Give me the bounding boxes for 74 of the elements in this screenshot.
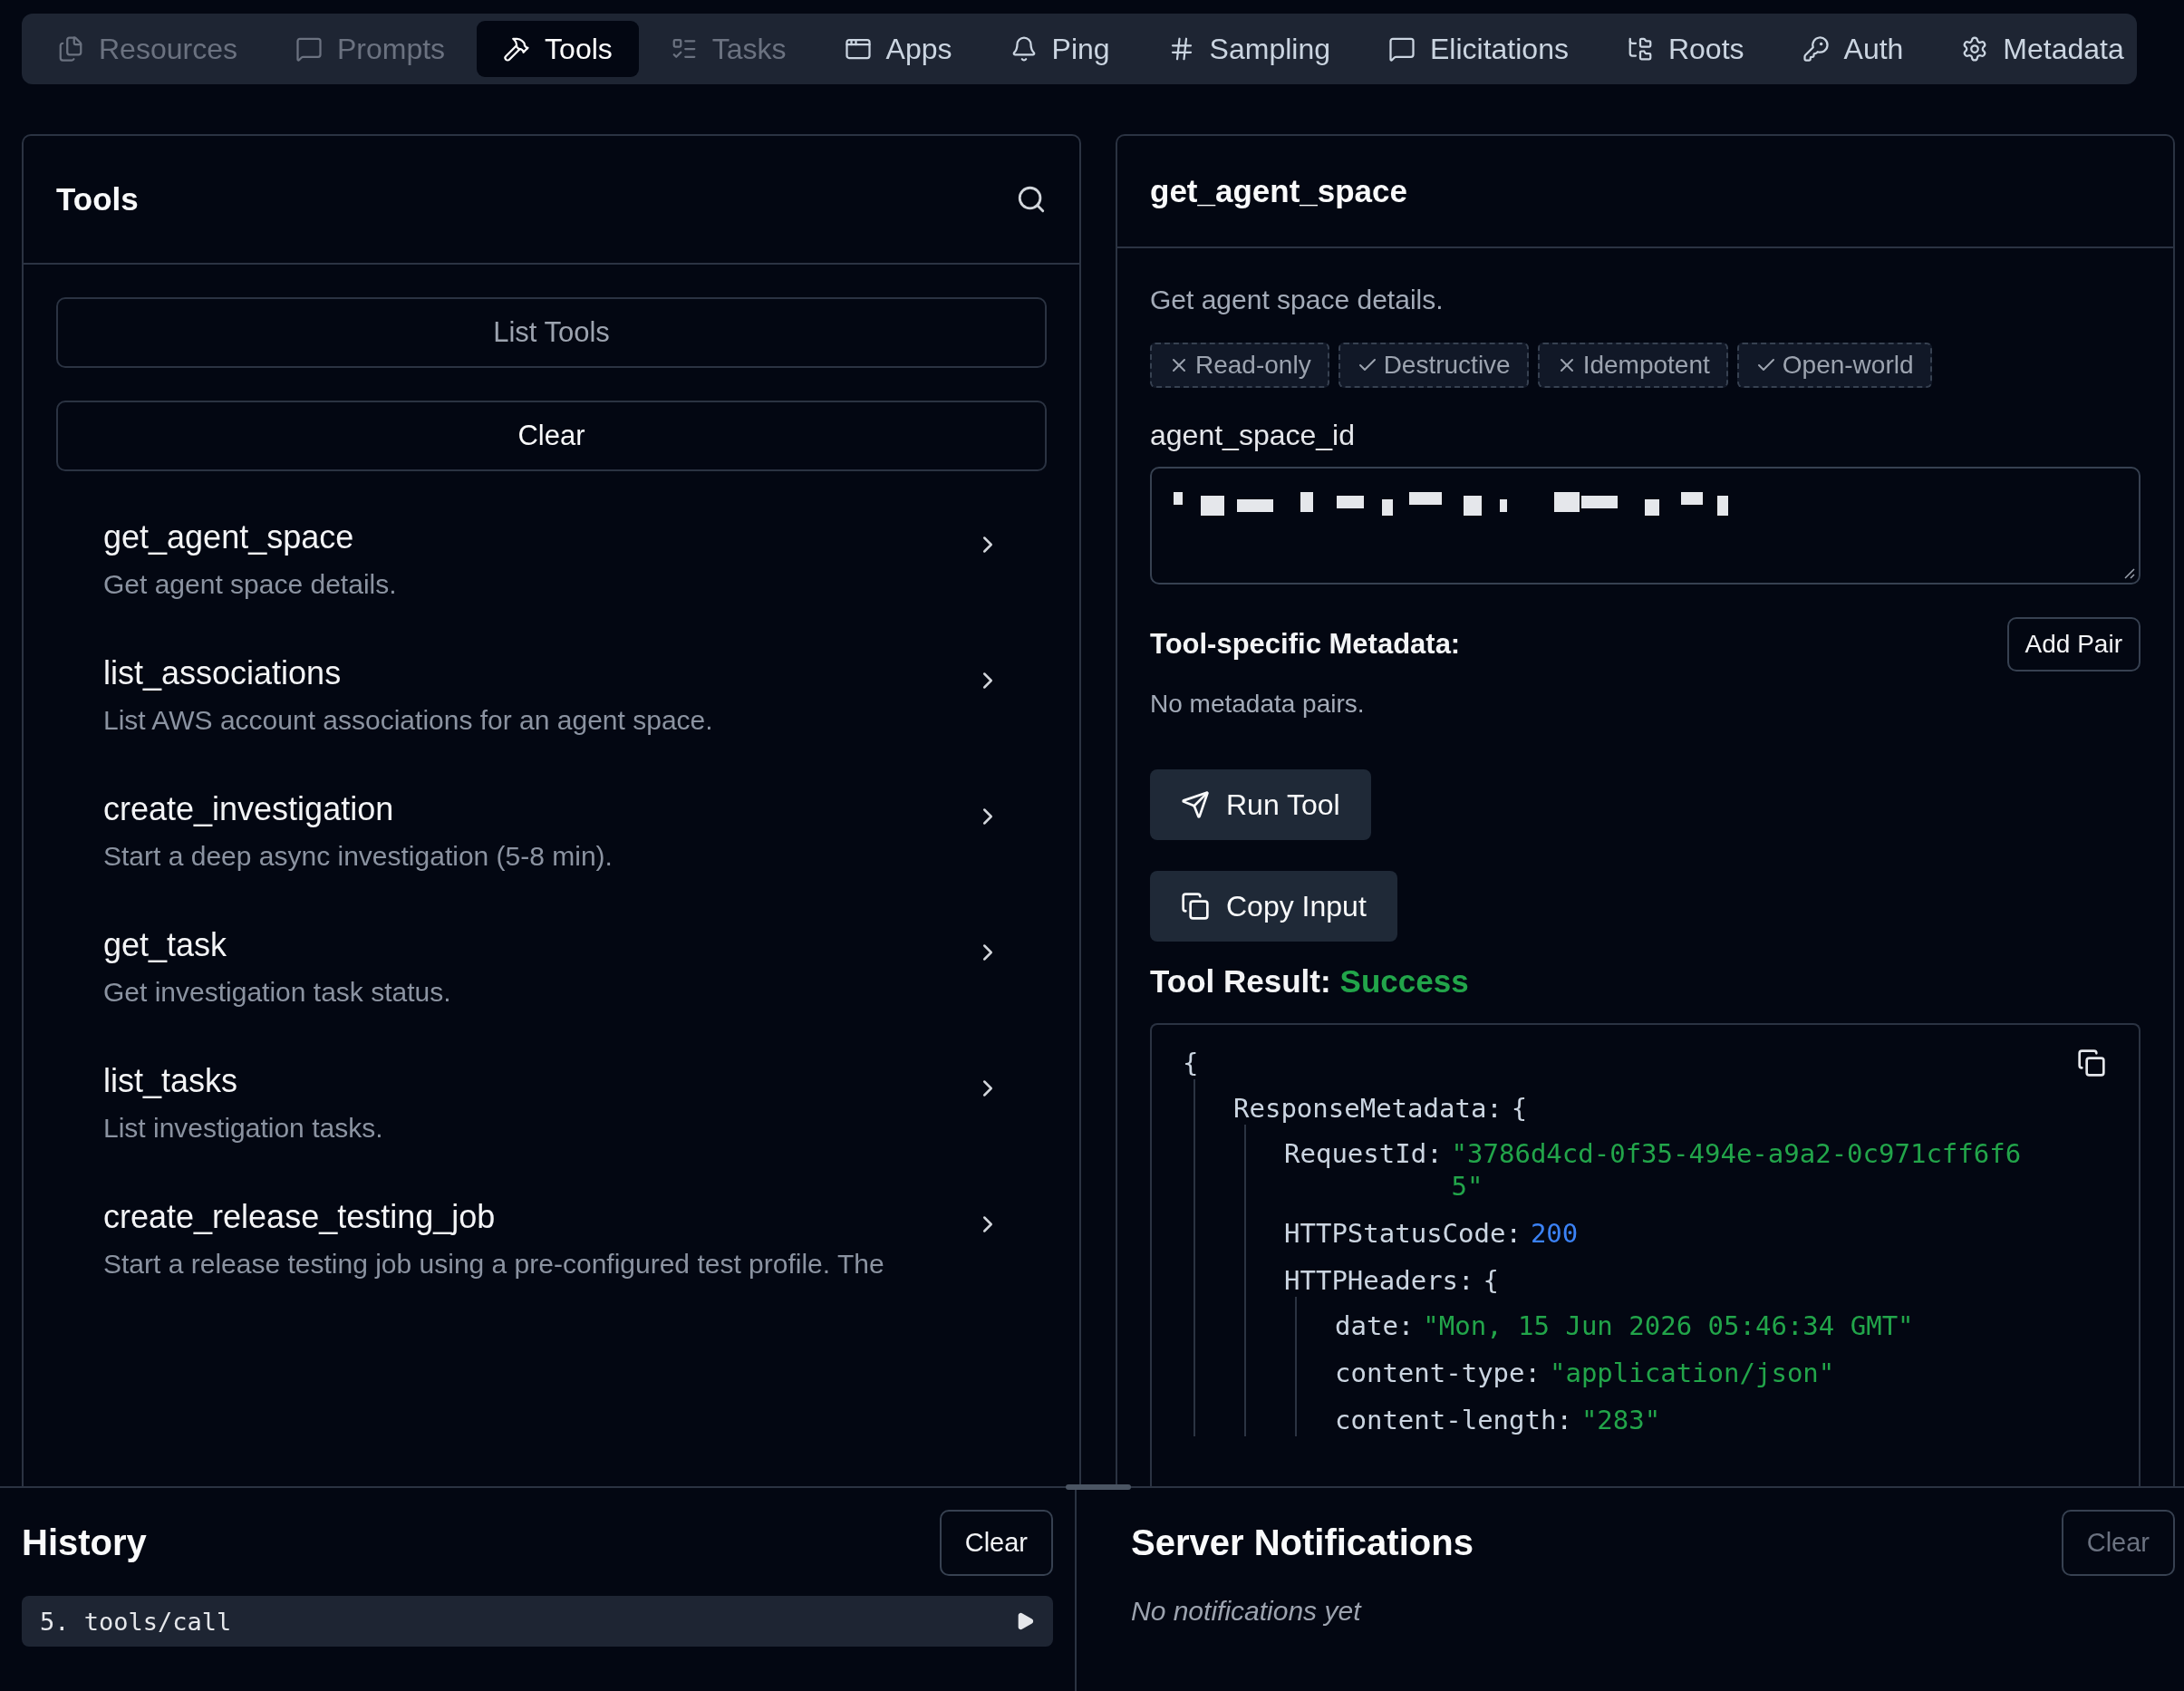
add-pair-button[interactable]: Add Pair xyxy=(2006,617,2141,672)
tool-description: Start a deep async investigation (5-8 min). xyxy=(103,841,613,872)
tool-list-item[interactable]: list_associations List AWS account associations for an agent space. xyxy=(56,640,1047,776)
tool-description: List investigation tasks. xyxy=(103,1113,383,1144)
tool-list-item[interactable]: get_task Get investigation task status. xyxy=(56,912,1047,1048)
section-title: Server Notifications xyxy=(1131,1522,1474,1563)
tool-list-item[interactable]: list_tasks List investigation tasks. xyxy=(56,1048,1047,1184)
tool-description: Get agent space details. xyxy=(1150,285,1445,315)
tab[interactable]: Apps xyxy=(817,21,979,77)
hammer-icon xyxy=(503,35,531,63)
empty-notifications-text: No notifications yet xyxy=(1131,1596,1363,1627)
copy-input-button[interactable]: Copy Input xyxy=(1150,871,1397,942)
tool-name: create_investigation xyxy=(103,790,395,828)
empty-metadata-text: No metadata pairs. xyxy=(1150,690,1366,719)
tool-list-item[interactable]: create_release_testing_job Start a release testing job using a pre-configured test profile. The xyxy=(56,1184,1047,1319)
json-key: content-length: xyxy=(1335,1404,1572,1436)
tool-description: List AWS account associations for an agent space. xyxy=(103,705,713,736)
tool-description: Get agent space details. xyxy=(103,569,397,600)
tool-description: Start a release testing job using a pre-configured test profile. The xyxy=(103,1249,884,1280)
field-label: agent_space_id xyxy=(1150,419,1356,452)
json-value: "3786d4cd-0f35-494e-a9a2-0c971cff6f65" xyxy=(1451,1137,2023,1203)
history-item[interactable]: 5. tools/call xyxy=(22,1596,1053,1647)
json-key: ResponseMetadata: xyxy=(1233,1092,1503,1125)
copy-icon xyxy=(1181,892,1210,921)
files-icon xyxy=(57,35,84,63)
json-key: HTTPStatusCode: xyxy=(1284,1217,1522,1250)
tool-list-item[interactable]: get_agent_space Get agent space details. xyxy=(56,504,1047,640)
tab[interactable]: Roots xyxy=(1599,21,1771,77)
tool-name: get_task xyxy=(103,926,228,964)
tab[interactable]: Auth xyxy=(1775,21,1930,77)
annotation-tag: Read-only xyxy=(1150,343,1329,388)
resize-handle[interactable] xyxy=(1066,1484,1131,1490)
key-icon xyxy=(1802,35,1830,63)
clear-button[interactable]: Clear xyxy=(939,1510,1053,1576)
json-brace: { xyxy=(1483,1264,1499,1297)
result-status: Success xyxy=(1339,963,1469,1000)
tool-description: Get investigation task status. xyxy=(103,977,451,1008)
json-value: "application/json" xyxy=(1550,1357,1835,1389)
json-key: date: xyxy=(1335,1309,1415,1342)
json-value: 200 xyxy=(1530,1217,1579,1250)
result-label: Tool Result: xyxy=(1150,963,1331,1000)
tab[interactable]: Elicitations xyxy=(1362,21,1595,77)
section-title: History xyxy=(22,1522,147,1563)
tab[interactable]: Sampling xyxy=(1141,21,1357,77)
annotation-tag: Open-world xyxy=(1736,343,1932,388)
json-value: "283" xyxy=(1580,1404,1661,1436)
copy-icon[interactable] xyxy=(2077,1048,2106,1077)
tab[interactable]: Tools xyxy=(477,21,639,77)
json-key: content-type: xyxy=(1335,1357,1541,1389)
annotation-tag: Idempotent xyxy=(1537,343,1728,388)
tool-name: list_associations xyxy=(103,654,343,692)
input-field[interactable] xyxy=(1150,467,2141,585)
metadata-label: Tool-specific Metadata: xyxy=(1150,628,1461,661)
panel-title: Tools xyxy=(56,181,139,217)
panel-title: get_agent_space xyxy=(1150,173,1408,209)
json-brace: { xyxy=(1183,1048,1199,1078)
resize-handle-icon[interactable] xyxy=(2122,566,2135,579)
speech-bubble-icon xyxy=(295,35,323,63)
run-tool-button[interactable]: Run Tool xyxy=(1150,769,1371,840)
json-brace: { xyxy=(1511,1092,1528,1125)
json-key: HTTPHeaders: xyxy=(1284,1264,1474,1297)
json-value: "Mon, 15 Jun 2026 05:46:34 GMT" xyxy=(1423,1309,1914,1342)
search-icon[interactable] xyxy=(1016,184,1047,215)
tab[interactable]: Ping xyxy=(983,21,1136,77)
tool-list-item[interactable]: create_investigation Start a deep async investigation (5-8 min). xyxy=(56,776,1047,912)
tool-name: list_tasks xyxy=(103,1062,239,1100)
tool-name: create_release_testing_job xyxy=(103,1198,497,1236)
speech-bubble-icon xyxy=(1388,35,1416,63)
annotation-tag: Destructive xyxy=(1338,343,1529,388)
clear-button[interactable]: Clear xyxy=(56,401,1047,471)
send-icon xyxy=(1181,790,1210,819)
json-key: RequestId: xyxy=(1284,1137,1443,1203)
tab[interactable]: Metadata xyxy=(1935,21,2150,77)
tool-name: get_agent_space xyxy=(103,518,355,556)
